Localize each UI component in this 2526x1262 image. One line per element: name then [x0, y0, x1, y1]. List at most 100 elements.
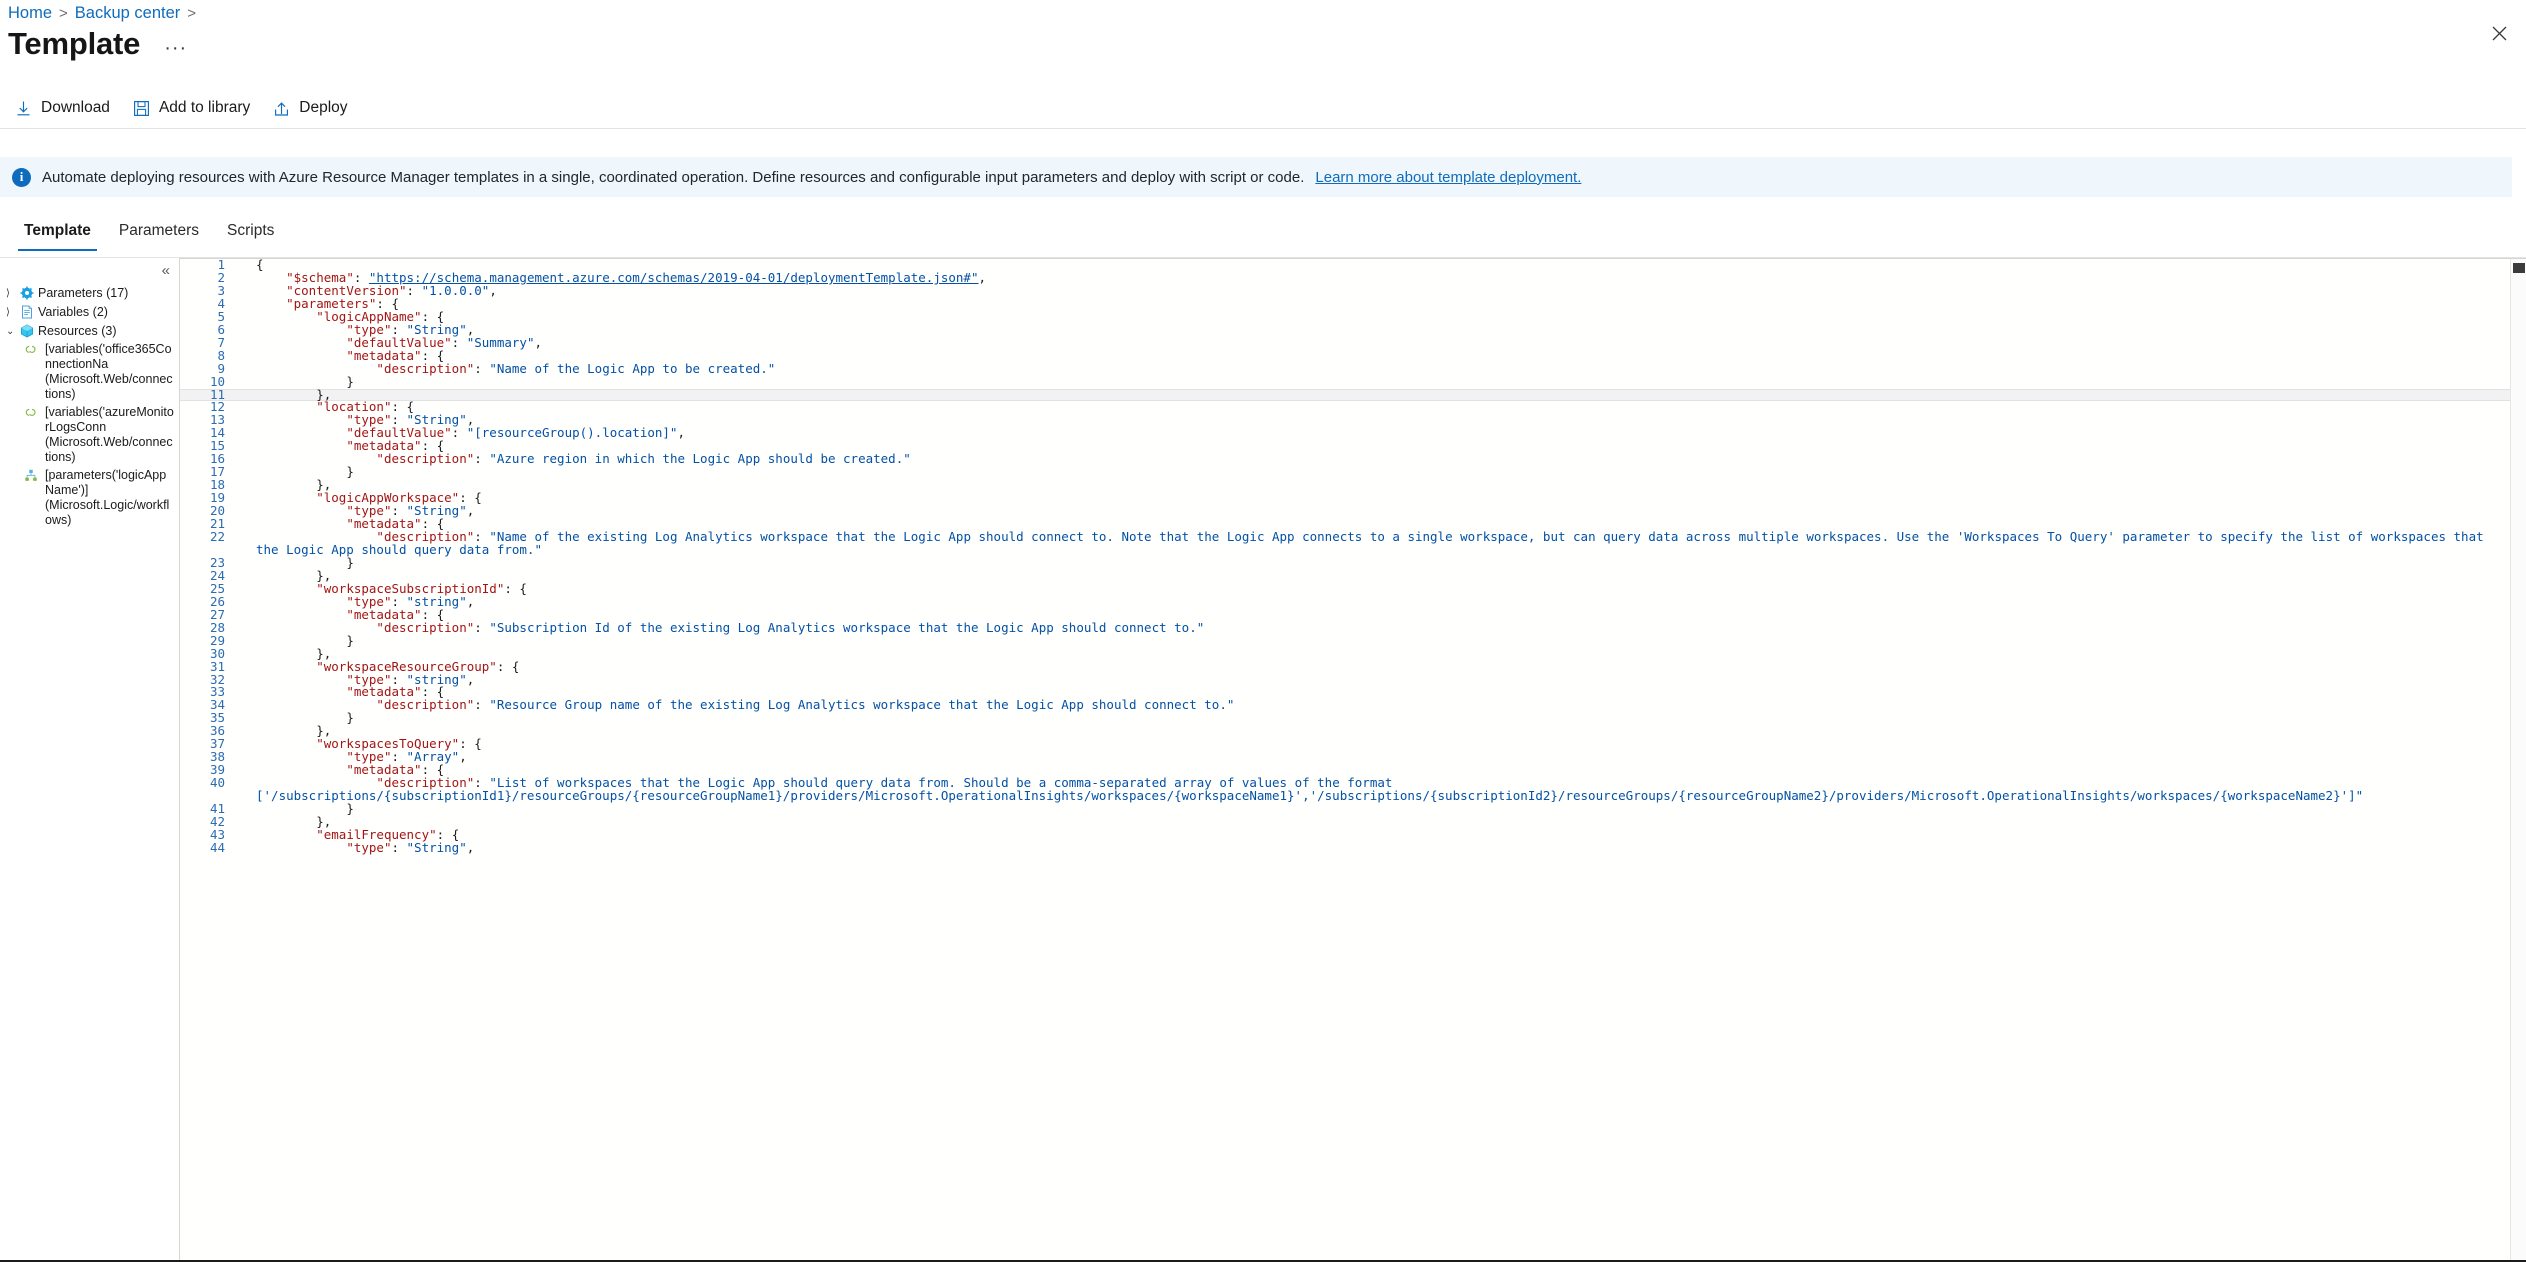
code-line[interactable]: 14 "defaultValue": "[resourceGroup().loc…	[180, 426, 2510, 440]
tree-node-variables-label: Variables (2)	[38, 304, 108, 319]
tree-resource-name: [variables('office365ConnectionNa	[45, 342, 172, 371]
code-line[interactable]: 5 "logicAppName": {	[180, 308, 2510, 324]
breadcrumb-item-home[interactable]: Home	[8, 4, 52, 23]
code-text: "type": "string",	[346, 671, 475, 687]
code-line[interactable]: 44 "type": "String",	[180, 841, 2510, 855]
code-line[interactable]: 7 "defaultValue": "Summary",	[180, 334, 2510, 350]
code-line[interactable]: 37 "workspacesToQuery": {	[180, 737, 2510, 751]
code-line[interactable]: 35 }	[180, 711, 2510, 725]
code-line[interactable]: 9 "description": "Name of the Logic App …	[180, 360, 2510, 376]
editor-vertical-scrollbar[interactable]	[2510, 259, 2526, 1262]
code-line[interactable]: 16 "description": "Azure region in which…	[180, 451, 2510, 467]
parameters-gear-icon	[20, 286, 34, 300]
code-line[interactable]: 23 }	[180, 556, 2510, 570]
code-text: "type": "Array",	[346, 749, 467, 765]
deploy-button[interactable]: Deploy	[268, 94, 357, 123]
line-number: 13	[209, 412, 225, 428]
tab-list: Template Parameters Scripts	[10, 216, 288, 251]
code-text: "parameters": {	[286, 295, 399, 311]
code-line[interactable]: 11 },	[180, 386, 2510, 402]
tree-resource-office365-connection[interactable]: [variables('office365ConnectionNa (Micro…	[0, 340, 179, 403]
add-to-library-button[interactable]: Add to library	[128, 94, 260, 123]
line-number: 22	[209, 529, 225, 545]
line-number: 4	[217, 295, 225, 311]
breadcrumb-item-backup-center[interactable]: Backup center	[75, 4, 180, 23]
tab-scripts[interactable]: Scripts	[213, 216, 288, 251]
download-label: Download	[41, 99, 110, 116]
code-line[interactable]: 22 "description": "Name of the existing …	[180, 529, 2510, 557]
code-line[interactable]: 40 "description": "List of workspaces th…	[180, 775, 2510, 803]
more-options-button[interactable]: ···	[158, 38, 193, 58]
line-number: 42	[209, 813, 225, 829]
code-line[interactable]: 20 "type": "String",	[180, 503, 2510, 519]
tree-resource-name: [variables('azureMonitorLogsConn	[45, 405, 174, 434]
code-line[interactable]: 17 }	[180, 465, 2510, 479]
tree-resource-azuremonitorlogs-connection[interactable]: [variables('azureMonitorLogsConn (Micros…	[0, 403, 179, 466]
code-lines[interactable]: 1{2 "$schema": "https://schema.managemen…	[180, 259, 2510, 1262]
code-text: "defaultValue": "Summary",	[346, 334, 542, 350]
template-code-editor[interactable]: 1{2 "$schema": "https://schema.managemen…	[179, 258, 2526, 1262]
code-text: },	[256, 813, 332, 829]
code-line[interactable]: 25 "workspaceSubscriptionId": {	[180, 582, 2510, 596]
code-text: }	[256, 373, 354, 389]
code-line[interactable]: 31 "workspaceResourceGroup": {	[180, 658, 2510, 674]
code-line[interactable]: 12 "location": {	[180, 401, 2510, 414]
tab-template[interactable]: Template	[10, 216, 105, 251]
code-line[interactable]: 34 "description": "Resource Group name o…	[180, 697, 2510, 713]
line-number: 18	[209, 477, 225, 493]
add-to-library-label: Add to library	[158, 99, 251, 116]
line-number: 16	[209, 451, 225, 467]
tab-parameters-label: Parameters	[118, 222, 200, 239]
breadcrumb: Home > Backup center >	[0, 0, 203, 26]
code-line[interactable]: 29 }	[180, 634, 2510, 648]
code-line[interactable]: 30 },	[180, 647, 2510, 661]
content-area: « ⟩ Parameters (17) ⟩ Variables (2) ⌄ Re…	[0, 258, 2526, 1262]
line-number: 40	[209, 775, 225, 791]
tree-node-resources[interactable]: ⌄ Resources (3)	[0, 322, 179, 341]
tree-node-variables[interactable]: ⟩ Variables (2)	[0, 303, 179, 322]
download-icon	[14, 99, 33, 118]
line-number: 20	[209, 503, 225, 519]
chevron-down-icon[interactable]: ⌄	[6, 324, 16, 338]
tab-template-label: Template	[24, 222, 91, 239]
code-line[interactable]: 28 "description": "Subscription Id of th…	[180, 621, 2510, 635]
line-number: 3	[217, 282, 225, 298]
line-number: 9	[217, 360, 225, 376]
code-line[interactable]: 32 "type": "string",	[180, 671, 2510, 687]
code-line[interactable]: 2 "$schema": "https://schema.management.…	[180, 271, 2510, 285]
chevron-right-icon[interactable]: ⟩	[6, 286, 16, 300]
tab-parameters[interactable]: Parameters	[105, 216, 213, 251]
resources-cube-icon	[20, 324, 34, 338]
code-line[interactable]: 10 }	[180, 373, 2510, 389]
code-text: },	[256, 386, 332, 402]
code-line[interactable]: 19 "logicAppWorkspace": {	[180, 491, 2510, 505]
line-number: 5	[217, 308, 225, 324]
line-number: 11	[209, 386, 225, 402]
code-line[interactable]: 18 },	[180, 477, 2510, 493]
chevron-double-left-icon[interactable]: «	[162, 263, 170, 278]
code-text: }	[256, 801, 354, 817]
download-button[interactable]: Download	[10, 94, 120, 123]
code-line[interactable]: 43 "emailFrequency": {	[180, 826, 2510, 842]
line-number: 33	[209, 684, 225, 700]
code-line[interactable]: 4 "parameters": {	[180, 295, 2510, 311]
tree-resource-logic-app[interactable]: [parameters('logicAppName')] (Microsoft.…	[0, 466, 179, 529]
code-line[interactable]: 41 }	[180, 801, 2510, 817]
code-line[interactable]: 42 },	[180, 813, 2510, 829]
code-line[interactable]: 38 "type": "Array",	[180, 749, 2510, 765]
code-line[interactable]: 36 },	[180, 724, 2510, 738]
editor-scrollbar-thumb[interactable]	[2513, 263, 2525, 273]
code-line[interactable]: 3 "contentVersion": "1.0.0.0",	[180, 282, 2510, 298]
code-text: "type": "string",	[346, 593, 475, 609]
tree-node-resources-label: Resources (3)	[38, 323, 117, 338]
learn-more-link[interactable]: Learn more about template deployment.	[1315, 169, 1581, 186]
line-number: 34	[209, 697, 225, 713]
chevron-right-icon[interactable]: ⟩	[6, 305, 16, 319]
close-icon[interactable]	[2486, 20, 2512, 46]
code-line[interactable]: 26 "type": "string",	[180, 593, 2510, 609]
code-text: },	[256, 567, 332, 583]
line-number: 43	[209, 826, 225, 842]
tree-node-parameters[interactable]: ⟩ Parameters (17)	[0, 284, 179, 303]
code-line[interactable]: 24 },	[180, 567, 2510, 583]
code-text: "workspaceResourceGroup": {	[316, 658, 520, 674]
